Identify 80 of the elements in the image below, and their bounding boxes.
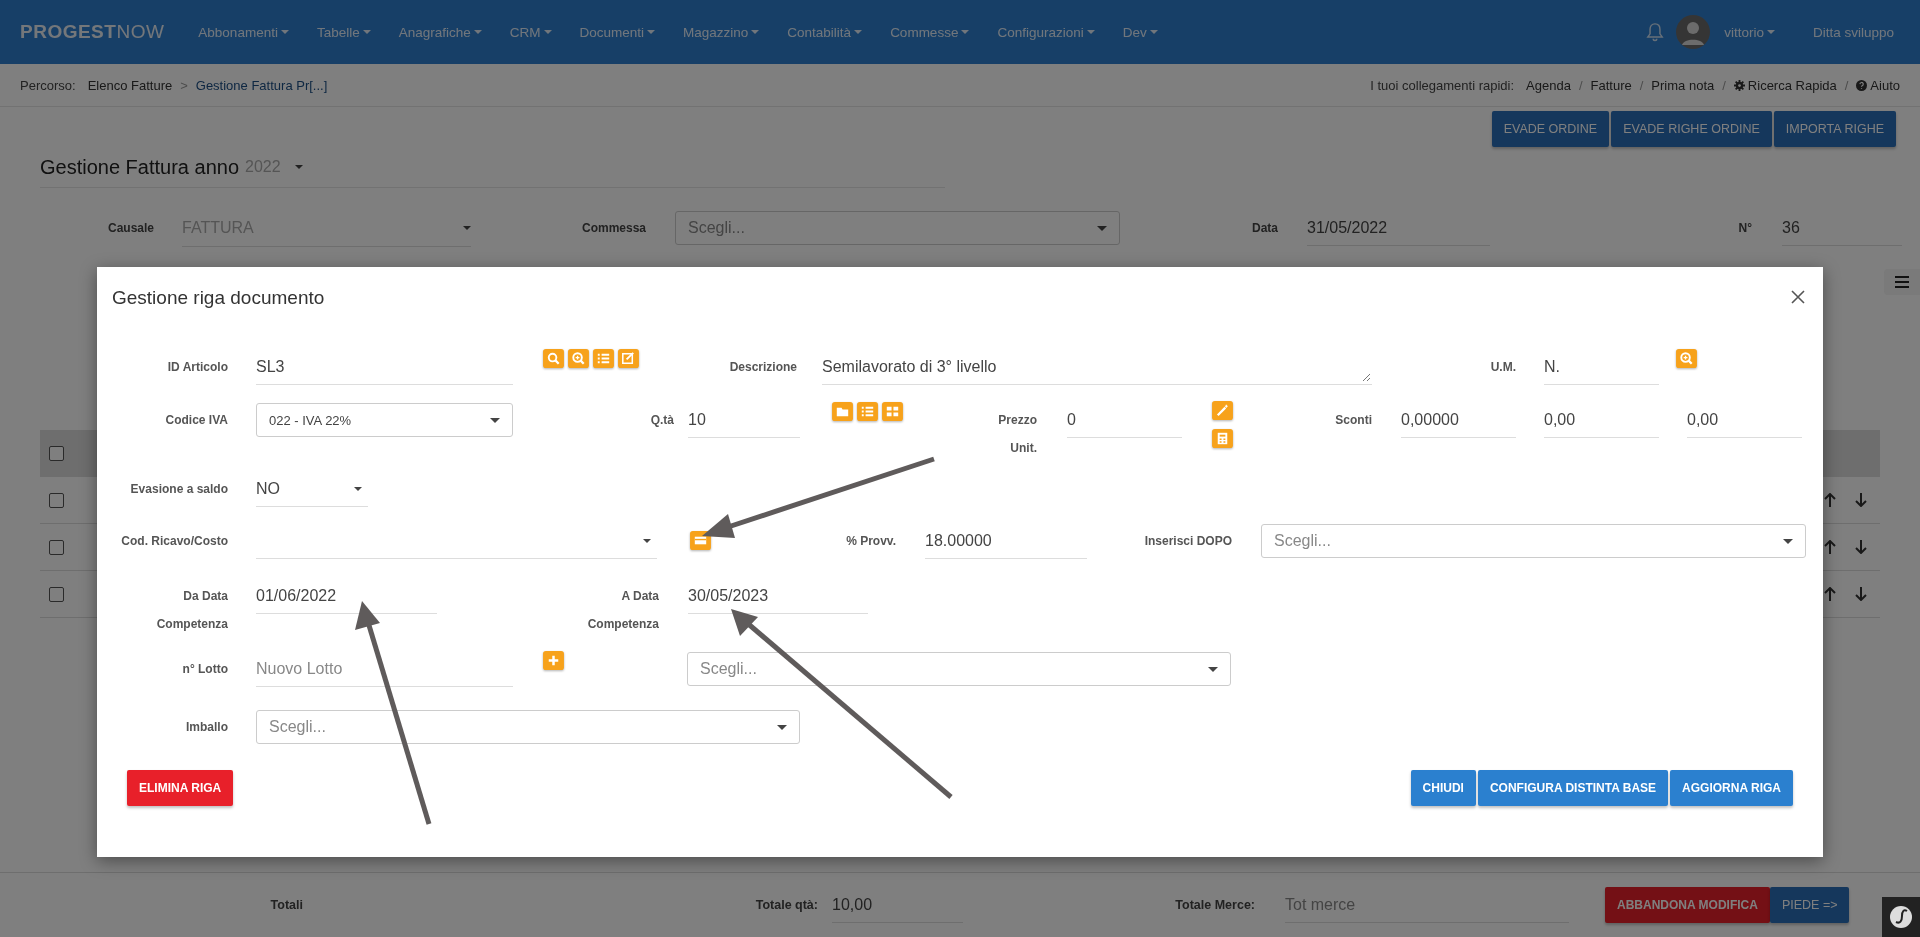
menu-item[interactable]: Dev [1108,12,1172,52]
abandon-button[interactable]: ABBANDONA MODIFICA [1605,887,1770,923]
action-button[interactable]: EVADE ORDINE [1491,111,1610,147]
quick-link[interactable]: Aiuto [1870,77,1900,93]
goods-total-field: Tot merce [1285,887,1569,923]
quick-link[interactable]: Fatture [1590,77,1632,93]
link-separator: / [1722,77,1726,93]
totals-label: Totali [269,898,303,912]
quick-link[interactable]: Prima nota [1651,77,1715,93]
menu-item[interactable]: Documenti [565,12,670,52]
modal-title: Gestione riga documento [112,287,325,309]
breadcrumb-link[interactable]: Gestione Fattura Pr[...] [195,77,328,93]
discount-field[interactable]: 0,00000 [1401,402,1516,438]
field-label: Da Data Competenza [155,588,228,633]
field-label: n° Lotto [181,661,228,678]
field-label: N° [1737,221,1752,235]
field-label: A Data Competenza [586,588,659,633]
field-label: Descrizione [728,359,797,376]
field-label: Causale [106,221,154,235]
lot-select[interactable]: Scegli... [687,652,1231,686]
field-label: Inserisci DOPO [1143,533,1232,550]
field-label: Codice IVA [164,412,228,429]
settlement-select[interactable]: NO [256,471,368,507]
field-label: % Provv. [845,533,896,550]
field-label: Prezzo Unit. [997,412,1037,457]
menu-item[interactable]: Anagrafiche [384,12,496,52]
menu-item[interactable]: Abbonamenti [184,12,303,52]
dialog-button[interactable]: CONFIGURA DISTINTA BASE [1477,770,1669,806]
brand-logo[interactable]: PROGESTNOW [20,21,165,43]
menu-item[interactable]: Magazzino [669,12,774,52]
unit-price-field[interactable]: 0 [1067,402,1182,438]
number-field[interactable]: 36 [1782,210,1902,246]
link-separator: / [1844,77,1849,93]
action-button[interactable]: IMPORTA RIGHE [1773,111,1896,147]
field-label: Q.tà [649,412,674,429]
field-label: Commessa [580,221,646,235]
field-label: ID Articolo [166,359,228,376]
quantity-total-field: 10,00 [832,887,963,923]
menu-item[interactable]: Contabilità [773,12,877,52]
quick-link[interactable]: Agenda [1526,77,1571,93]
field-label: Sconti [1334,412,1372,429]
menu-item[interactable]: Configurazioni [983,12,1109,52]
delete-row-button[interactable]: ELIMINA RIGA [127,770,234,806]
link-separator: / [1639,77,1644,93]
breadcrumb-label: Percorso: [20,77,76,93]
company-link[interactable]: Ditta sviluppo [1798,12,1900,52]
packaging-select[interactable]: Scegli... [256,710,800,744]
breadcrumb-separator: > [180,77,188,93]
unit-field[interactable]: N. [1544,349,1659,385]
page-title: Gestione Fattura anno [40,155,239,179]
article-id-field[interactable]: SL3 [256,349,513,385]
user-menu[interactable]: vittorio [1710,12,1789,52]
field-label: Evasione a saldo [129,481,228,498]
menu-item[interactable]: CRM [495,12,566,52]
field-label: Totale Merce: [1174,898,1255,912]
field-label: U.M. [1489,359,1516,376]
menu-item[interactable]: Commesse [876,12,984,52]
lot-field[interactable]: Nuovo Lotto [256,651,513,687]
commission-field[interactable]: 18.00000 [925,523,1087,559]
quantity-field[interactable]: 10 [688,402,800,438]
link-separator: / [1578,77,1583,93]
discount-field[interactable]: 0,00 [1687,402,1802,438]
field-label: Data [1251,221,1278,235]
date-field[interactable]: 31/05/2022 [1307,210,1490,246]
dialog-button[interactable]: CHIUDI [1410,770,1476,806]
quick-link[interactable]: Ricerca Rapida [1747,77,1837,93]
commessa-select[interactable]: Scegli... [675,211,1120,245]
breadcrumb-link[interactable]: Elenco Fatture [87,77,173,93]
menu-item[interactable]: Tabelle [302,12,385,52]
insert-after-select[interactable]: Scegli... [1261,524,1806,558]
field-label: Imballo [185,719,228,736]
description-textarea[interactable]: Semilavorato di 3° livello [822,349,1372,385]
field-label: Totale qtà: [754,898,818,912]
quick-links-label: I tuoi collegamenti rapidi: [1370,77,1515,93]
dialog-button[interactable]: AGGIORNA RIGA [1670,770,1793,806]
discount-field[interactable]: 0,00 [1544,402,1659,438]
footer-button[interactable]: PIEDE => [1769,887,1850,923]
action-button[interactable]: EVADE RIGHE ORDINE [1611,111,1772,147]
vat-code-select[interactable]: 022 - IVA 22% [256,403,513,437]
field-label: Cod. Ricavo/Costo [120,533,228,550]
